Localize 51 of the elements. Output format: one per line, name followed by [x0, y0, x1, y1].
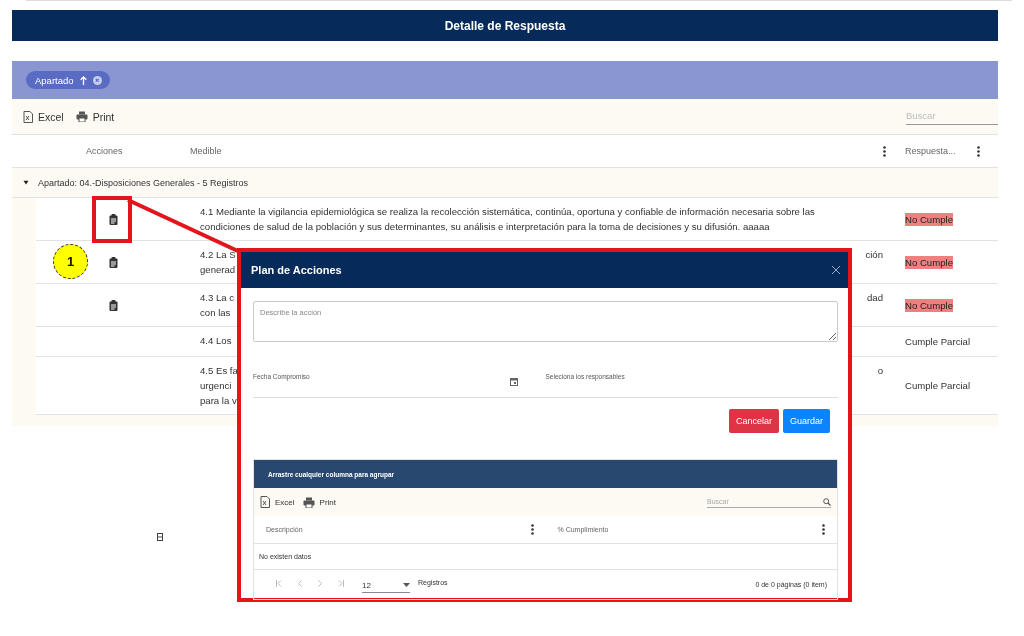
caret-down-icon[interactable] — [22, 180, 30, 185]
table-cell-text: 4.3 La c — [200, 291, 235, 305]
table-cell-text: o — [877, 364, 883, 378]
printer-icon — [75, 111, 88, 122]
answer-status: Cumple Parcial — [905, 335, 971, 348]
column-header[interactable]: Respuesta... — [905, 146, 956, 156]
clipboard-icon[interactable] — [108, 299, 118, 311]
table-cell-text: ción — [865, 248, 883, 262]
table-cell-text: 4.1 Mediante la vigilancia epidemiológica se realiza la recolección sistemática, continúa, oportuna y confiable de información necesaria sobre las — [200, 205, 815, 219]
cursor-icon — [157, 533, 163, 541]
close-icon[interactable] — [92, 75, 102, 85]
clipboard-icon[interactable] — [108, 213, 118, 225]
page-size-dropdown[interactable]: 12 — [362, 576, 410, 593]
group-label: Apartado: 04.-Disposiciones Generales - 5 Registros — [38, 177, 249, 188]
highlight-box — [92, 196, 132, 243]
dialog-title: Plan de Acciones — [251, 264, 342, 276]
answer-status: No Cumple — [905, 212, 953, 226]
column-header[interactable]: Medible — [190, 146, 222, 156]
print-button[interactable]: Print — [302, 496, 336, 508]
table-cell-text: 4.2 La S — [200, 248, 236, 262]
excel-button[interactable]: Excel — [23, 110, 64, 123]
table-cell-text: urgenci — [200, 379, 233, 393]
table-cell-text: 4.4 Los — [200, 334, 232, 348]
search-icon — [823, 497, 831, 506]
answer-status: No Cumple — [905, 298, 953, 312]
answer-status: Cumple Parcial — [905, 379, 971, 392]
spreadsheet-icon — [260, 496, 270, 508]
print-button[interactable]: Print — [75, 110, 115, 123]
clipboard-icon[interactable] — [108, 256, 118, 268]
table-cell-text: dad — [867, 291, 883, 305]
save-button[interactable]: Guardar — [782, 409, 830, 433]
kebab-menu-icon[interactable] — [822, 524, 825, 535]
kebab-menu-icon[interactable] — [977, 145, 980, 157]
printer-icon — [302, 496, 315, 508]
cancel-button[interactable]: Cancelar — [728, 409, 779, 433]
search-field[interactable]: Buscar — [906, 108, 998, 125]
table-cell-text: generad — [200, 263, 236, 277]
excel-button[interactable]: Excel — [260, 496, 295, 508]
table-cell-text: condiciones de salud de la población y sus determinantes, su análisis e interpretación para la toma de decisiones y su difusión. aaaaa — [200, 220, 771, 234]
group-chip[interactable]: Apartado — [26, 71, 110, 89]
kebab-menu-icon[interactable] — [883, 145, 886, 157]
column-header[interactable]: Acciones — [86, 146, 123, 156]
kebab-menu-icon[interactable] — [530, 524, 534, 535]
table-cell-text: con las — [200, 306, 232, 320]
spreadsheet-icon — [23, 110, 33, 123]
caret-down-icon — [403, 583, 410, 587]
close-icon[interactable] — [832, 266, 840, 274]
answer-status: No Cumple — [905, 255, 953, 269]
table-cell-text: para la v — [200, 394, 238, 408]
calendar-icon[interactable] — [510, 377, 518, 386]
page-title: Detalle de Respuesta — [444, 18, 566, 33]
